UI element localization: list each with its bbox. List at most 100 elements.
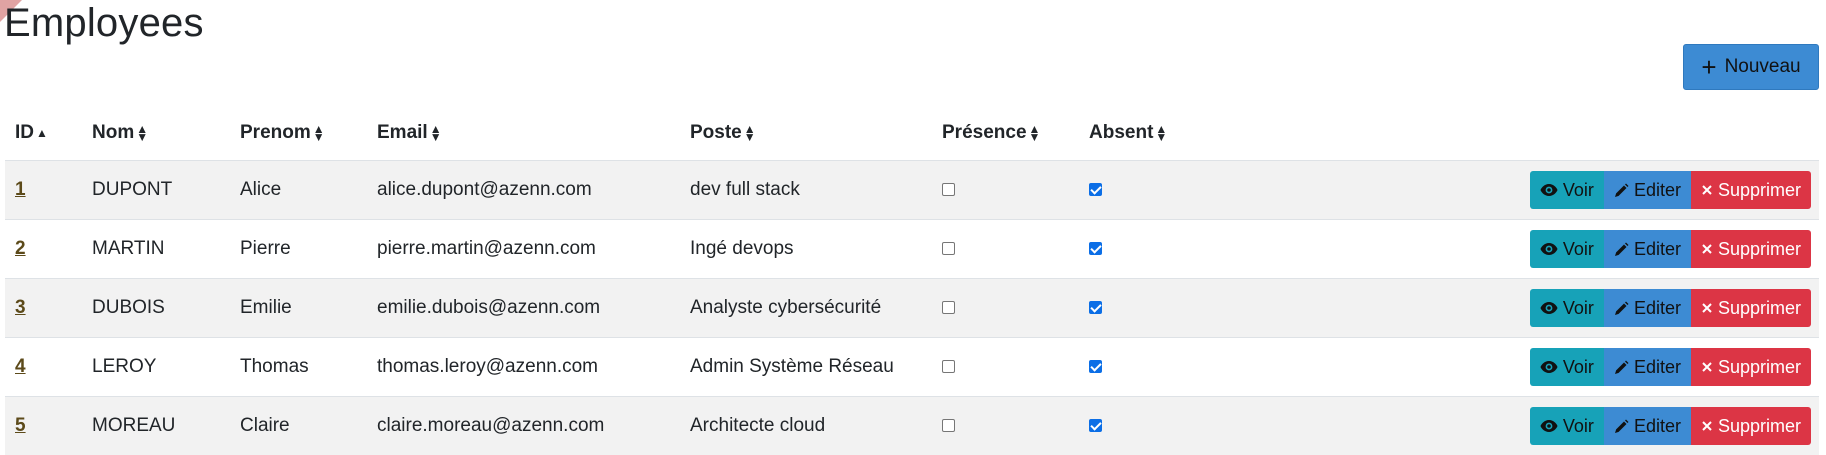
column-header-prenom[interactable]: Prenom▲▼ [230,106,367,161]
delete-button[interactable]: Supprimer [1691,289,1811,327]
presence-checkbox[interactable] [942,242,955,255]
cell-email: emilie.dubois@azenn.com [367,279,680,338]
pencil-icon [1614,419,1629,434]
cell-poste: Admin Système Réseau [680,338,932,397]
cell-nom: MARTIN [82,220,230,279]
delete-button[interactable]: Supprimer [1691,171,1811,209]
cell-actions: VoirEditerSupprimer [1229,338,1819,397]
plus-icon: + [1701,57,1716,77]
edit-button[interactable]: Editer [1604,348,1691,386]
cell-email: pierre.martin@azenn.com [367,220,680,279]
cell-id: 2 [5,220,82,279]
row-actions: VoirEditerSupprimer [1530,289,1811,327]
cell-nom: DUPONT [82,161,230,220]
cell-presence [932,161,1079,220]
cell-prenom: Pierre [230,220,367,279]
cell-absent [1079,220,1229,279]
employee-id-link[interactable]: 3 [15,297,26,318]
new-button-label: Nouveau [1725,56,1801,78]
column-header-email[interactable]: Email▲▼ [367,106,680,161]
eye-icon [1540,301,1558,315]
table-row: 5MOREAUClaireclaire.moreau@azenn.comArch… [5,397,1819,455]
table-row: 1 DUPONTAlicealice.dupont@azenn.comdev fu… [5,161,1819,220]
new-employee-button[interactable]: + Nouveau [1683,44,1819,90]
column-header-absent[interactable]: Absent▲▼ [1079,106,1229,161]
cell-presence [932,220,1079,279]
cell-absent [1079,161,1229,220]
pencil-icon [1614,242,1629,257]
table-row: 3 DUBOISEmilieemilie.dubois@azenn.comAnal… [5,279,1819,338]
column-header-actions [1229,106,1819,161]
absent-checkbox[interactable] [1089,360,1102,373]
presence-checkbox[interactable] [942,301,955,314]
page-title: Employees [4,0,204,46]
edit-button[interactable]: Editer [1604,407,1691,445]
column-header-nom[interactable]: Nom▲▼ [82,106,230,161]
cell-nom: LEROY [82,338,230,397]
employee-id-link[interactable]: 5 [15,415,26,436]
cell-presence [932,279,1079,338]
cell-poste: Ingé devops [680,220,932,279]
close-icon [1701,361,1713,373]
cell-absent [1079,279,1229,338]
edit-button[interactable]: Editer [1604,171,1691,209]
sort-icon: ▲▼ [136,125,148,141]
cell-actions: VoirEditerSupprimer [1229,279,1819,338]
cell-prenom: Claire [230,397,367,455]
cell-actions: VoirEditerSupprimer [1229,220,1819,279]
delete-button[interactable]: Supprimer [1691,407,1811,445]
sort-icon: ▲▼ [313,125,325,141]
cell-prenom: Emilie [230,279,367,338]
delete-button[interactable]: Supprimer [1691,230,1811,268]
view-button[interactable]: Voir [1530,407,1604,445]
close-icon [1701,302,1713,314]
eye-icon [1540,183,1558,197]
cell-prenom: Alice [230,161,367,220]
sort-icon: ▲▼ [1155,125,1167,141]
eye-icon [1540,242,1558,256]
view-button[interactable]: Voir [1530,348,1604,386]
cell-nom: MOREAU [82,397,230,455]
table-row: 4 LEROYThomasthomas.leroy@azenn.comAdmin … [5,338,1819,397]
cell-email: claire.moreau@azenn.com [367,397,680,455]
column-header-poste[interactable]: Poste▲▼ [680,106,932,161]
close-icon [1701,420,1713,432]
cell-id: 3 [5,279,82,338]
sort-icon: ▲▼ [430,125,442,141]
sort-icon: ▲▼ [1029,125,1041,141]
absent-checkbox[interactable] [1089,183,1102,196]
cell-presence [932,338,1079,397]
cell-poste: Analyste cybersécurité [680,279,932,338]
column-header-id[interactable]: ID▲ [5,106,82,161]
cell-prenom: Thomas [230,338,367,397]
pencil-icon [1614,301,1629,316]
cell-email: thomas.leroy@azenn.com [367,338,680,397]
presence-checkbox[interactable] [942,360,955,373]
presence-checkbox[interactable] [942,183,955,196]
table-row: 2 MARTINPierrepierre.martin@azenn.comIngé… [5,220,1819,279]
close-icon [1701,184,1713,196]
view-button[interactable]: Voir [1530,171,1604,209]
view-button[interactable]: Voir [1530,289,1604,327]
pencil-icon [1614,183,1629,198]
delete-button[interactable]: Supprimer [1691,348,1811,386]
employee-id-link[interactable]: 2 [15,238,26,259]
edit-button[interactable]: Editer [1604,289,1691,327]
employee-id-link[interactable]: 4 [15,356,26,377]
sort-icon: ▲▼ [744,125,756,141]
cell-absent [1079,338,1229,397]
column-header-presence[interactable]: Présence▲▼ [932,106,1079,161]
row-actions: VoirEditerSupprimer [1530,407,1811,445]
employee-id-link[interactable]: 1 [15,179,26,200]
absent-checkbox[interactable] [1089,301,1102,314]
cell-id: 4 [5,338,82,397]
absent-checkbox[interactable] [1089,242,1102,255]
edit-button[interactable]: Editer [1604,230,1691,268]
cell-nom: DUBOIS [82,279,230,338]
view-button[interactable]: Voir [1530,230,1604,268]
cell-poste: dev full stack [680,161,932,220]
cell-email: alice.dupont@azenn.com [367,161,680,220]
cell-actions: VoirEditerSupprimer [1229,161,1819,220]
table-header-row: ID▲ Nom▲▼ Prenom▲▼ Email▲▼ Poste▲▼ Prése… [5,106,1819,161]
cell-id: 5 [5,397,82,455]
